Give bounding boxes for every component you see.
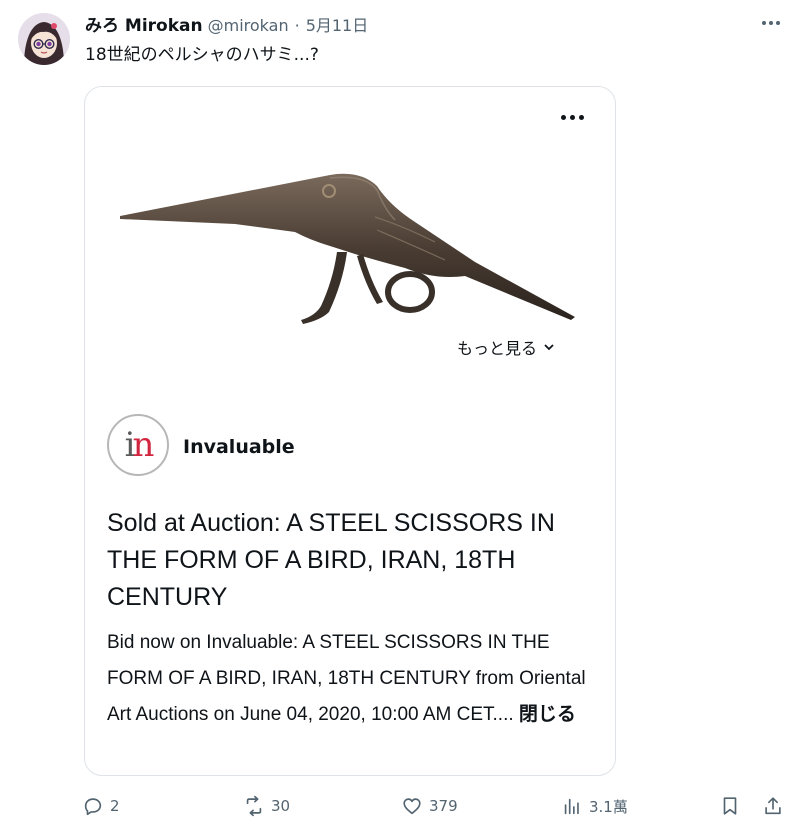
bookmark-icon — [723, 797, 737, 815]
views-button[interactable]: 3.1萬 — [561, 788, 628, 824]
views-chart-icon — [564, 798, 579, 815]
like-button[interactable]: 379 — [401, 788, 458, 824]
see-more-button[interactable]: もっと見る — [457, 335, 555, 359]
share-icon — [765, 797, 781, 815]
share-button[interactable] — [762, 788, 784, 824]
link-card[interactable]: もっと見る in Invaluable Sold at Auction: A S… — [84, 86, 616, 776]
header-separator: · — [294, 16, 300, 35]
avatar[interactable] — [18, 13, 70, 65]
author-handle[interactable]: @mirokan — [208, 16, 289, 35]
card-brand-name[interactable]: Invaluable — [183, 436, 295, 458]
more-dot — [560, 114, 566, 120]
repost-button[interactable]: 30 — [243, 788, 290, 824]
bookmark-button[interactable] — [719, 788, 741, 824]
repost-count: 30 — [271, 797, 291, 815]
more-options-button[interactable] — [758, 10, 784, 36]
invaluable-logo: in — [107, 414, 169, 476]
card-more-button[interactable] — [555, 105, 589, 129]
bird-scissors-image — [120, 173, 575, 324]
see-more-label: もっと見る — [457, 339, 538, 358]
more-dot — [769, 21, 773, 25]
repost-icon — [246, 795, 262, 817]
card-title[interactable]: Sold at Auction: A STEEL SCISSORS IN THE… — [107, 505, 597, 616]
tweet-header: みろ Mirokan @mirokan · 5月11日 — [85, 11, 368, 37]
views-count: 3.1萬 — [589, 797, 628, 816]
logo-letters: in — [124, 425, 155, 465]
tweet-text: 18世紀のペルシャのハサミ...? — [85, 45, 319, 65]
reply-button[interactable]: 2 — [82, 788, 120, 824]
card-description: Bid now on Invaluable: A STEEL SCISSORS … — [107, 625, 597, 733]
more-dot — [569, 114, 575, 120]
like-count: 379 — [429, 797, 458, 815]
action-bar: 2 30 379 3.1萬 — [0, 788, 799, 824]
more-dot — [578, 114, 584, 120]
card-description-text: Bid now on Invaluable: A STEEL SCISSORS … — [107, 632, 586, 725]
avatar-image — [18, 13, 70, 65]
close-description-link[interactable]: 閉じる — [519, 704, 576, 725]
reply-icon — [84, 798, 102, 816]
reply-count: 2 — [110, 797, 120, 815]
chevron-down-icon — [544, 344, 554, 351]
author-display-name[interactable]: みろ Mirokan — [85, 11, 203, 36]
more-dot — [762, 21, 766, 25]
heart-icon — [403, 798, 421, 815]
more-dot — [776, 21, 780, 25]
logo-accent-letter: n — [132, 425, 154, 465]
tweet-date[interactable]: 5月11日 — [306, 12, 369, 36]
